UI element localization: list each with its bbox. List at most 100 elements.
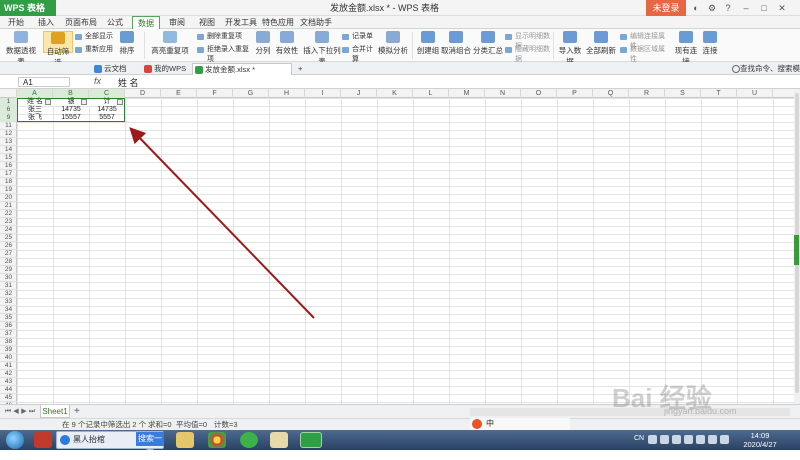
sort-button[interactable]: 排序 bbox=[114, 31, 140, 56]
tray-icon[interactable] bbox=[648, 435, 657, 444]
column-header[interactable]: D bbox=[125, 89, 161, 98]
first-sheet-icon[interactable]: ⏮ bbox=[4, 407, 12, 417]
column-header[interactable]: I bbox=[305, 89, 341, 98]
column-header[interactable]: E bbox=[161, 89, 197, 98]
side-panel-handle[interactable] bbox=[794, 235, 799, 265]
group-button[interactable]: 创建组 bbox=[416, 31, 440, 56]
row-header[interactable]: 21 bbox=[0, 202, 17, 210]
what-if-button[interactable]: 模拟分析 bbox=[378, 31, 408, 56]
row-header[interactable]: 12 bbox=[0, 130, 17, 138]
tab-home[interactable]: 开始 bbox=[4, 16, 28, 29]
column-header[interactable]: F bbox=[197, 89, 233, 98]
row-header[interactable]: 1 bbox=[0, 98, 17, 106]
last-sheet-icon[interactable]: ⏭ bbox=[28, 407, 36, 417]
my-wps-tab[interactable]: 我的WPS bbox=[142, 63, 190, 75]
row-header[interactable]: 18 bbox=[0, 178, 17, 186]
help-icon[interactable]: ? bbox=[722, 2, 734, 14]
row-header[interactable]: 40 bbox=[0, 354, 17, 362]
row-header[interactable]: 23 bbox=[0, 218, 17, 226]
row-header[interactable]: 28 bbox=[0, 258, 17, 266]
row-header[interactable]: 11 bbox=[0, 122, 17, 130]
command-search[interactable]: 查找命令、搜索模板 bbox=[730, 63, 800, 85]
column-header[interactable]: A bbox=[17, 89, 53, 98]
cell-b9[interactable]: 15557 bbox=[53, 114, 89, 122]
column-header[interactable]: G bbox=[233, 89, 269, 98]
tab-view[interactable]: 视图 bbox=[196, 16, 218, 29]
row-header[interactable]: 41 bbox=[0, 362, 17, 370]
show-detail-button[interactable]: 显示明细数据 bbox=[505, 32, 551, 50]
cell-b6[interactable]: 14735 bbox=[53, 106, 89, 114]
row-header[interactable]: 43 bbox=[0, 378, 17, 386]
volume-icon[interactable] bbox=[696, 435, 705, 444]
skin-icon[interactable]: ◐ bbox=[690, 2, 702, 14]
row-header[interactable]: 29 bbox=[0, 266, 17, 274]
ime-mode[interactable]: 中 bbox=[486, 418, 494, 430]
row-header[interactable]: 17 bbox=[0, 170, 17, 178]
tray-icon[interactable] bbox=[672, 435, 681, 444]
maximize-icon[interactable]: □ bbox=[758, 2, 770, 14]
row-header[interactable]: 45 bbox=[0, 394, 17, 402]
column-header[interactable]: P bbox=[557, 89, 593, 98]
column-header[interactable]: C bbox=[89, 89, 125, 98]
row-header[interactable]: 19 bbox=[0, 186, 17, 194]
cell-c6[interactable]: 14735 bbox=[89, 106, 125, 114]
filter-dropdown-icon[interactable] bbox=[117, 99, 123, 105]
row-header[interactable]: 44 bbox=[0, 386, 17, 394]
new-tab-button[interactable]: + bbox=[296, 63, 308, 75]
row-header[interactable]: 39 bbox=[0, 346, 17, 354]
column-header[interactable]: N bbox=[485, 89, 521, 98]
column-header[interactable]: U bbox=[737, 89, 773, 98]
row-header[interactable]: 37 bbox=[0, 330, 17, 338]
show-all-button[interactable]: 全部显示 bbox=[75, 32, 115, 42]
row-header[interactable]: 32 bbox=[0, 290, 17, 298]
row-header[interactable]: 30 bbox=[0, 274, 17, 282]
fx-button[interactable]: fx bbox=[94, 76, 101, 86]
clock[interactable]: 14:09 2020/4/27 bbox=[738, 431, 782, 449]
minimize-icon[interactable]: – bbox=[740, 2, 752, 14]
reject-duplicates-button[interactable]: 拒绝录入重复项 bbox=[197, 45, 255, 63]
row-header[interactable]: 26 bbox=[0, 242, 17, 250]
consolidate-button[interactable]: 合并计算 bbox=[342, 45, 378, 63]
column-header[interactable]: S bbox=[665, 89, 701, 98]
column-header[interactable]: O bbox=[521, 89, 557, 98]
cell-a6[interactable]: 张三 bbox=[17, 106, 53, 114]
column-header[interactable]: H bbox=[269, 89, 305, 98]
row-header[interactable]: 35 bbox=[0, 314, 17, 322]
tab-special[interactable]: 特色应用 bbox=[260, 16, 296, 29]
data-range-button[interactable]: 数据区域属性 bbox=[620, 45, 668, 63]
folder-icon[interactable] bbox=[176, 432, 194, 448]
vertical-scrollbar[interactable] bbox=[794, 89, 800, 404]
highlight-duplicates-button[interactable]: 高亮重复项 bbox=[147, 31, 193, 56]
prev-sheet-icon[interactable]: ◀ bbox=[12, 407, 20, 417]
next-sheet-icon[interactable]: ▶ bbox=[20, 407, 28, 417]
ungroup-button[interactable]: 取消组合 bbox=[441, 31, 471, 56]
row-header[interactable]: 22 bbox=[0, 210, 17, 218]
row-header[interactable]: 13 bbox=[0, 138, 17, 146]
column-header[interactable]: M bbox=[449, 89, 485, 98]
column-header[interactable]: T bbox=[701, 89, 737, 98]
row-header[interactable]: 14 bbox=[0, 146, 17, 154]
row-header[interactable]: 20 bbox=[0, 194, 17, 202]
wps-app-menu-button[interactable]: WPS 表格 bbox=[0, 0, 56, 16]
reapply-button[interactable]: 重新应用 bbox=[75, 45, 115, 55]
column-header[interactable]: J bbox=[341, 89, 377, 98]
row-header[interactable]: 34 bbox=[0, 306, 17, 314]
wps-spreadsheet-icon[interactable] bbox=[300, 432, 322, 448]
tab-page-layout[interactable]: 页面布局 bbox=[62, 16, 100, 29]
row-header[interactable]: 9 bbox=[0, 114, 17, 122]
row-header[interactable]: 36 bbox=[0, 322, 17, 330]
tray-icon[interactable] bbox=[708, 435, 717, 444]
row-header[interactable]: 38 bbox=[0, 338, 17, 346]
tab-review[interactable]: 审阅 bbox=[166, 16, 188, 29]
connection-button[interactable]: 连接 bbox=[700, 31, 720, 56]
tab-doc-assistant[interactable]: 文档助手 bbox=[298, 16, 334, 29]
filter-dropdown-icon[interactable] bbox=[81, 99, 87, 105]
subtotal-button[interactable]: 分类汇总 bbox=[473, 31, 503, 56]
autofilter-button[interactable]: 自动筛选 bbox=[43, 31, 73, 67]
text-to-columns-button[interactable]: 分列 bbox=[255, 31, 271, 56]
row-header[interactable]: 33 bbox=[0, 298, 17, 306]
hide-detail-button[interactable]: 隐藏明细数据 bbox=[505, 45, 551, 63]
language-indicator[interactable]: CN bbox=[634, 435, 644, 442]
explorer-icon[interactable] bbox=[270, 432, 288, 448]
record-form-button[interactable]: 记录单 bbox=[342, 32, 374, 42]
